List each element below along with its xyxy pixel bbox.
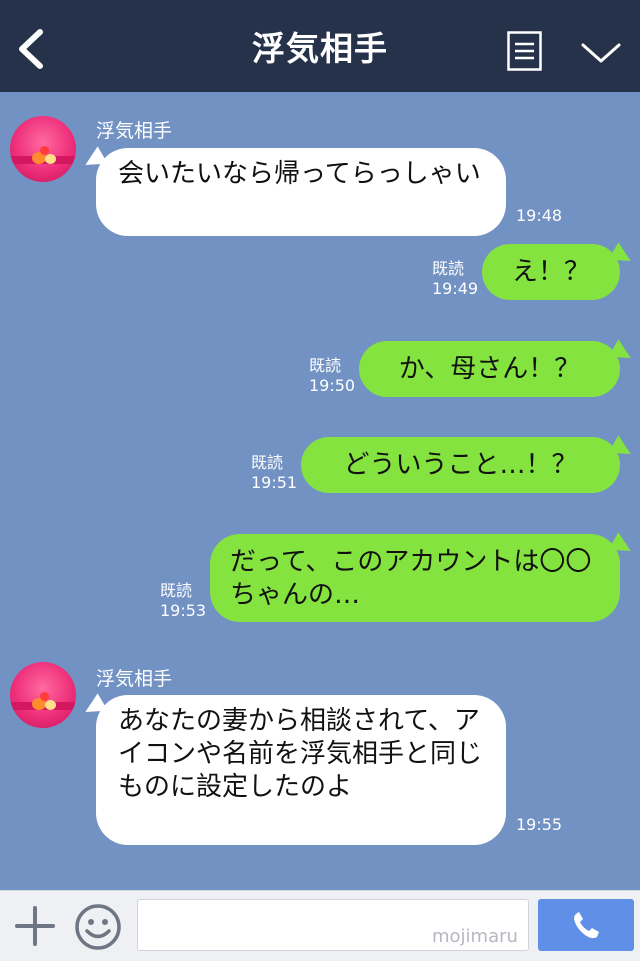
sender-name: 浮気相手 (96, 668, 173, 690)
outgoing-message-bubble[interactable]: か、母さん！？ (359, 341, 620, 397)
read-label: 既読 (160, 581, 193, 600)
message-time: 19:55 (516, 815, 563, 834)
plus-icon[interactable] (14, 905, 56, 947)
message-time: 19:49 (432, 279, 479, 298)
smiley-icon[interactable] (74, 903, 122, 951)
read-label: 既読 (309, 356, 342, 375)
read-label: 既読 (251, 453, 284, 472)
read-label: 既読 (432, 259, 465, 278)
sender-avatar[interactable] (10, 662, 76, 728)
read-status: 既読 19:53 (160, 581, 206, 621)
message-time: 19:53 (160, 601, 207, 620)
sender-avatar[interactable] (10, 116, 76, 182)
read-status: 既読 19:51 (251, 453, 297, 493)
message-input-bar: mojimaru (0, 890, 640, 961)
incoming-message-bubble[interactable]: 会いたいなら帰ってらっしゃい (96, 148, 506, 236)
outgoing-message-bubble[interactable]: え！？ (482, 244, 620, 300)
chat-title: 浮気相手 (252, 29, 388, 68)
incoming-message-bubble[interactable]: あなたの妻から相談されて、アイコンや名前を浮気相手と同じものに設定したのよ (96, 695, 506, 845)
read-status: 既読 19:50 (309, 356, 355, 396)
message-time: 19:51 (251, 473, 298, 492)
call-button[interactable] (538, 899, 634, 951)
watermark-text: mojimaru (432, 926, 518, 947)
chevron-down-icon[interactable] (580, 40, 622, 66)
phone-icon (574, 912, 599, 939)
sender-name: 浮気相手 (96, 120, 173, 142)
outgoing-message-bubble[interactable]: どういうこと…！？ (301, 437, 620, 493)
read-status: 既読 19:49 (432, 259, 478, 299)
chat-header: 浮気相手 (0, 0, 640, 92)
message-time: 19:48 (516, 206, 563, 225)
message-list[interactable]: 浮気相手 会いたいなら帰ってらっしゃい 19:48 既読 19:49 え！？ 既… (0, 92, 640, 890)
menu-icon[interactable] (507, 31, 542, 71)
outgoing-message-bubble[interactable]: だって、このアカウントは〇〇ちゃんの… (210, 534, 620, 622)
message-time: 19:50 (309, 376, 356, 395)
